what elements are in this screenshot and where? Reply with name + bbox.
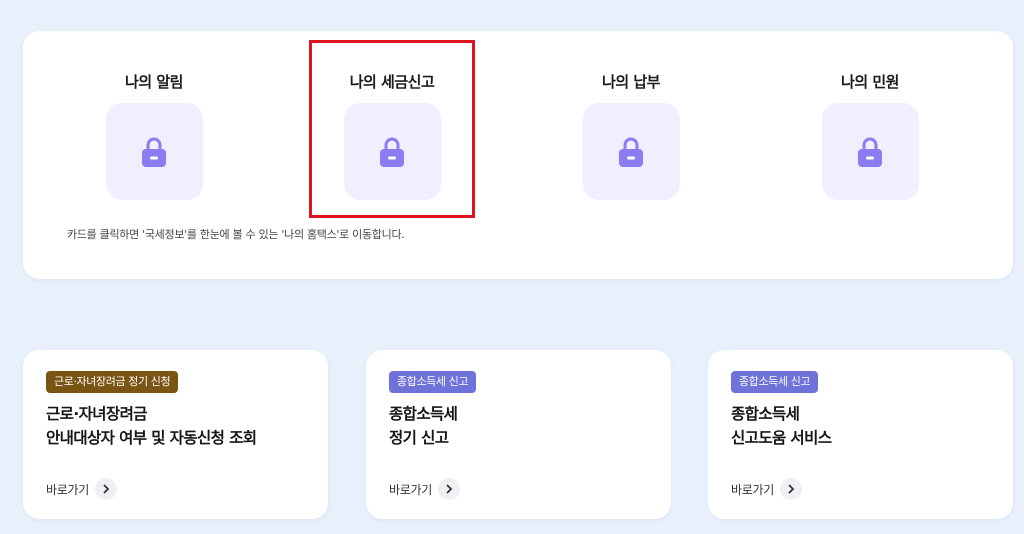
- go-link[interactable]: 바로가기: [389, 477, 460, 501]
- service-card-income-tax-help[interactable]: 종합소득세 신고 종합소득세 신고도움 서비스 바로가기: [708, 350, 1013, 519]
- service-title-line2: 신고도움 서비스: [731, 429, 832, 447]
- lock-tile[interactable]: [821, 103, 919, 200]
- lock-icon: [619, 137, 643, 167]
- chevron-right-icon[interactable]: [779, 478, 802, 500]
- chevron-right-icon[interactable]: [437, 478, 460, 500]
- service-title-line1: 종합소득세: [731, 405, 800, 423]
- lock-tile[interactable]: [582, 103, 680, 200]
- chevron-right-icon[interactable]: [94, 478, 117, 500]
- service-title-line2: 안내대상자 여부 및 자동신청 조회: [46, 429, 257, 447]
- service-card-income-tax-regular[interactable]: 종합소득세 신고 종합소득세 정기 신고 바로가기: [366, 350, 671, 519]
- my-hometax-panel: 나의 알림 나의 세금신고 나의 납부 나의 민원 카드를 클릭하면 '국세정보…: [23, 31, 1013, 279]
- service-title: 종합소득세 정기 신고: [389, 402, 659, 450]
- service-title-line1: 종합소득세: [389, 405, 458, 423]
- category-badge: 근로·자녀장려금 정기 신청: [46, 371, 179, 393]
- card-title: 나의 민원: [841, 73, 899, 91]
- service-title: 근로·자녀장려금 안내대상자 여부 및 자동신청 조회: [46, 402, 316, 450]
- service-title-line2: 정기 신고: [389, 429, 449, 447]
- service-card-earned-income-credit[interactable]: 근로·자녀장려금 정기 신청 근로·자녀장려금 안내대상자 여부 및 자동신청 …: [23, 350, 328, 519]
- category-badge: 종합소득세 신고: [731, 371, 819, 393]
- lock-icon: [142, 137, 166, 167]
- lock-icon: [858, 137, 882, 167]
- lock-tile[interactable]: [105, 103, 203, 200]
- card-title: 나의 납부: [602, 73, 660, 91]
- highlight-box: [309, 40, 475, 218]
- card-my-petitions[interactable]: 나의 민원: [800, 71, 940, 200]
- card-my-payment[interactable]: 나의 납부: [561, 71, 701, 200]
- go-link[interactable]: 바로가기: [46, 477, 117, 501]
- go-link-label: 바로가기: [46, 482, 89, 497]
- card-my-notifications[interactable]: 나의 알림: [84, 71, 224, 200]
- service-title-line1: 근로·자녀장려금: [46, 405, 148, 423]
- service-title: 종합소득세 신고도움 서비스: [731, 402, 1001, 450]
- go-link-label: 바로가기: [731, 482, 774, 497]
- go-link[interactable]: 바로가기: [731, 477, 802, 501]
- go-link-label: 바로가기: [389, 482, 432, 497]
- notice-text: 카드를 클릭하면 '국세정보'를 한눈에 볼 수 있는 '나의 홈택스'로 이동…: [67, 228, 405, 241]
- category-badge: 종합소득세 신고: [389, 371, 477, 393]
- card-title: 나의 알림: [125, 73, 183, 91]
